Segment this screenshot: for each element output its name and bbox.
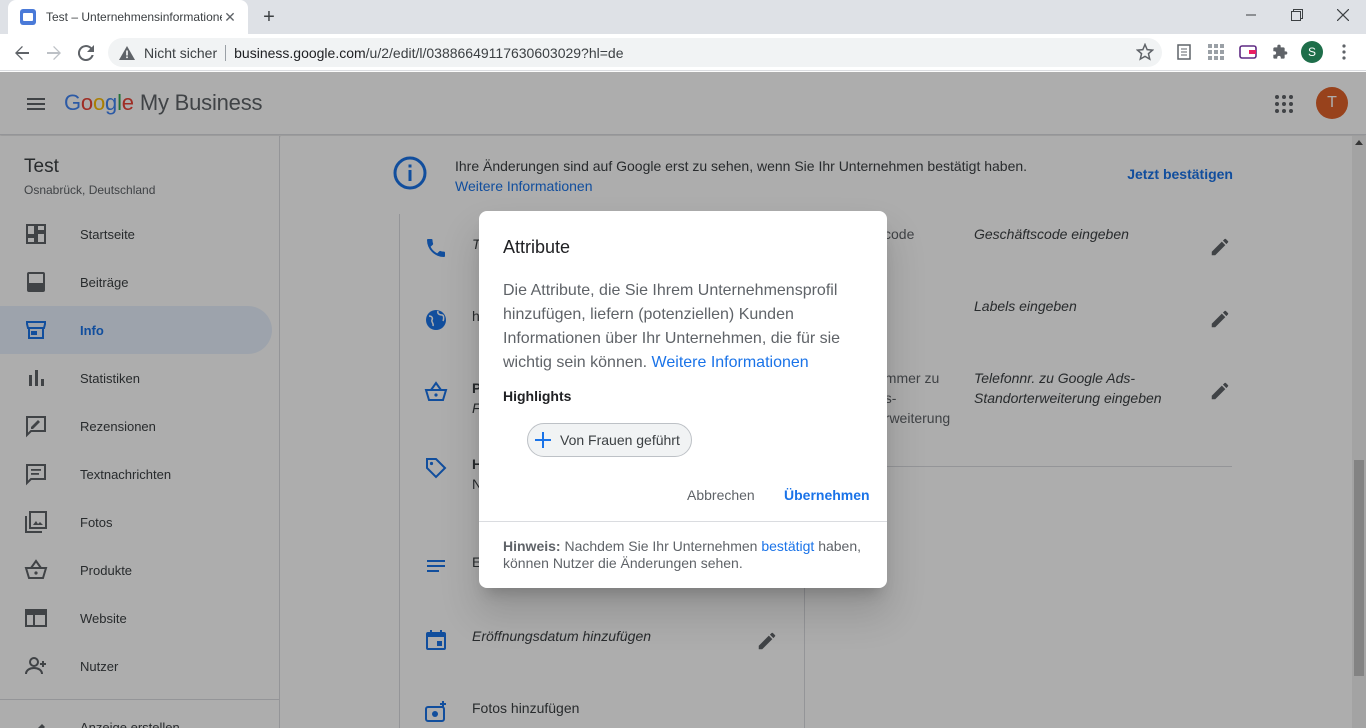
- tab-close-icon[interactable]: ✕: [222, 9, 238, 25]
- browser-toolbar: Nicht sicher business.google.com/u/2/edi…: [0, 34, 1366, 71]
- browser-tab[interactable]: Test – Unternehmensinformationen ✕: [8, 0, 248, 34]
- cancel-button[interactable]: Abbrechen: [687, 487, 755, 503]
- gmb-favicon-icon: [20, 9, 36, 25]
- warning-icon[interactable]: [118, 44, 136, 62]
- dialog-more-link[interactable]: Weitere Informationen: [652, 354, 809, 371]
- extension-grid-icon[interactable]: [1206, 42, 1226, 62]
- hint-bold: Hinweis:: [503, 538, 561, 554]
- browser-tabstrip: Test – Unternehmensinformationen ✕ +: [0, 0, 1366, 34]
- attribute-chip-women-led[interactable]: Von Frauen geführt: [527, 423, 692, 457]
- profile-avatar[interactable]: S: [1301, 41, 1323, 63]
- window-close-icon[interactable]: [1320, 0, 1366, 30]
- dialog-divider: [479, 521, 887, 522]
- hint-text-pre: Nachdem Sie Ihr Unternehmen: [564, 538, 758, 554]
- url-path: /u/2/edit/l/03886649117630603029?hl=de: [365, 44, 624, 61]
- menu-kebab-icon[interactable]: [1334, 42, 1354, 62]
- url-text[interactable]: business.google.com/u/2/edit/l/038866491…: [234, 45, 623, 61]
- back-arrow-icon[interactable]: [9, 40, 35, 66]
- insecure-label[interactable]: Nicht sicher: [144, 45, 217, 61]
- tab-title: Test – Unternehmensinformationen: [46, 10, 222, 24]
- address-bar[interactable]: Nicht sicher business.google.com/u/2/edi…: [108, 38, 1162, 67]
- puzzle-extensions-icon[interactable]: [1270, 42, 1290, 62]
- url-host: business.google.com: [234, 44, 366, 61]
- attributes-dialog: Attribute Die Attribute, die Sie Ihrem U…: [479, 211, 887, 588]
- dialog-body: Die Attribute, die Sie Ihrem Unternehmen…: [503, 279, 868, 375]
- dialog-hint: Hinweis: Nachdem Sie Ihr Unternehmen bes…: [503, 538, 873, 572]
- forward-arrow-icon[interactable]: [41, 40, 67, 66]
- reader-icon[interactable]: [1174, 42, 1194, 62]
- plus-icon: [535, 432, 551, 448]
- new-tab-button[interactable]: +: [258, 6, 280, 28]
- restore-icon[interactable]: [1274, 0, 1320, 30]
- bookmark-star-icon[interactable]: [1135, 42, 1155, 61]
- reload-icon[interactable]: [73, 40, 99, 66]
- chip-label: Von Frauen geführt: [560, 432, 680, 448]
- wallet-extension-icon[interactable]: [1238, 42, 1258, 62]
- omnibox-separator: [225, 44, 227, 61]
- apply-button[interactable]: Übernehmen: [784, 487, 870, 503]
- highlights-heading: Highlights: [503, 388, 572, 404]
- hint-confirmed-link[interactable]: bestätigt: [761, 538, 814, 554]
- dialog-title: Attribute: [503, 237, 571, 257]
- minimize-icon[interactable]: [1228, 0, 1274, 30]
